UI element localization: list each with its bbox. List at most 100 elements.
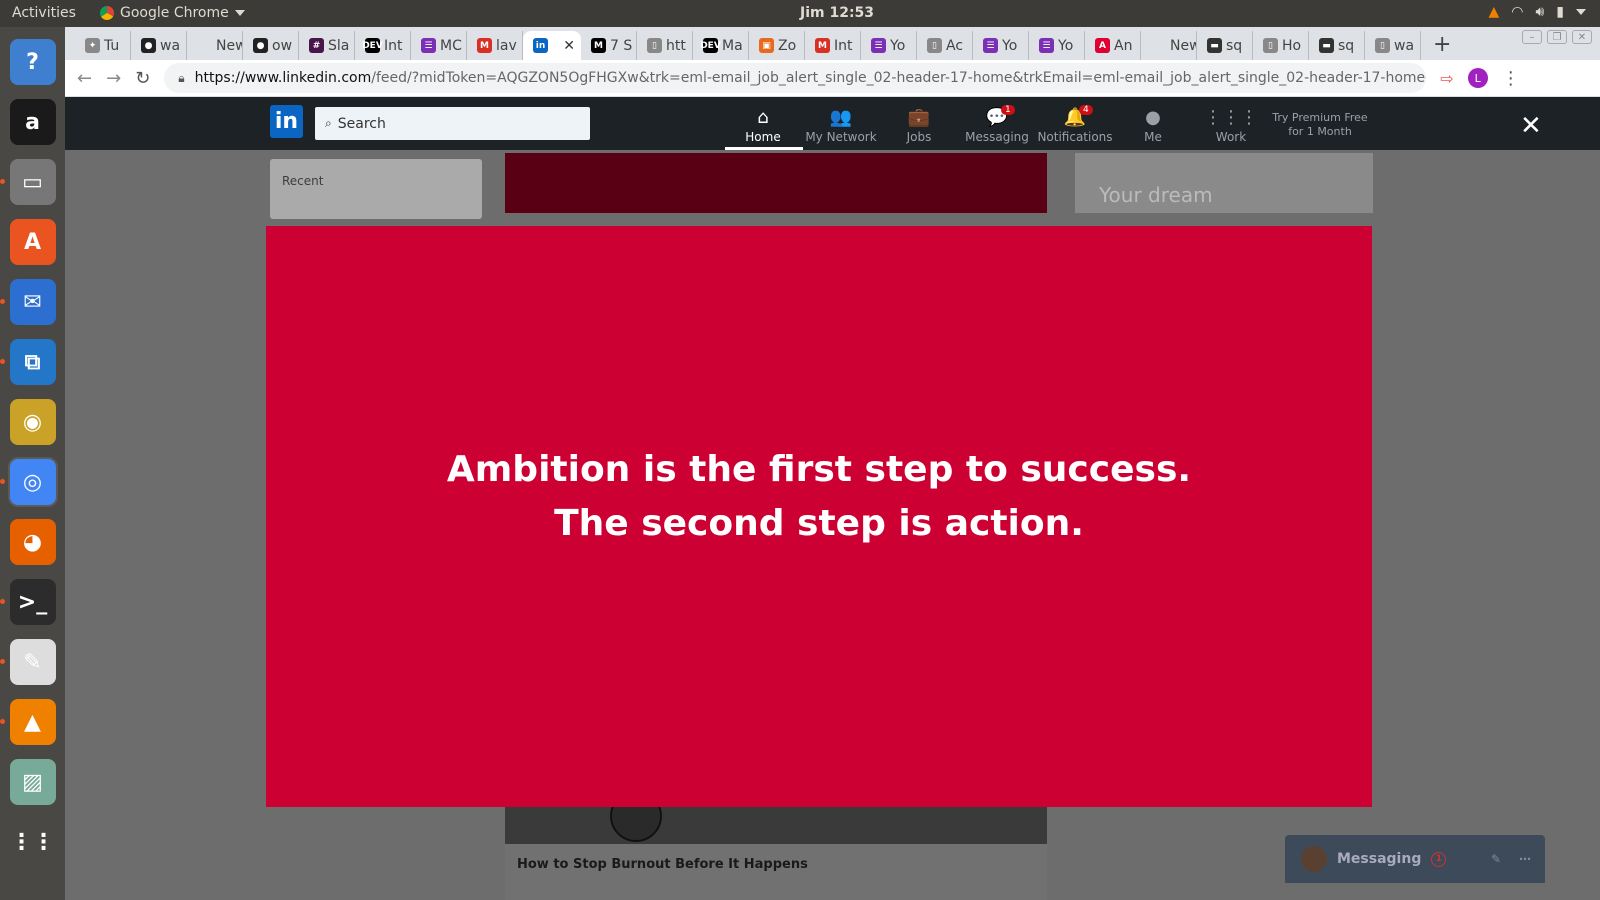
launcher-terminal-icon[interactable]: >_ bbox=[0, 579, 56, 625]
browser-tab[interactable]: New T bbox=[1141, 31, 1197, 60]
tab-favicon-icon: # bbox=[309, 38, 324, 53]
my-network-icon: 👥 bbox=[829, 107, 853, 128]
post-title[interactable]: How to Stop Burnout Before It Happens bbox=[505, 844, 1047, 900]
extension-icon[interactable]: ⇨ bbox=[1440, 69, 1453, 88]
launcher-firefox-icon[interactable]: ◕ bbox=[9, 519, 56, 565]
nav-item-home[interactable]: ⌂ Home bbox=[723, 107, 803, 144]
close-overlay-icon[interactable]: ✕ bbox=[1520, 111, 1542, 141]
running-indicator bbox=[0, 719, 5, 724]
close-icon[interactable]: ✕ bbox=[1572, 30, 1592, 44]
launcher-thunderbird-icon[interactable]: ✉ bbox=[0, 279, 56, 325]
browser-tab[interactable]: ▣ Zo bbox=[749, 31, 805, 60]
browser-tab[interactable]: A An bbox=[1085, 31, 1141, 60]
reload-icon[interactable]: ↻ bbox=[135, 68, 150, 89]
browser-tab[interactable]: DEV Ma bbox=[693, 31, 749, 60]
browser-tab[interactable]: ☰ Yo bbox=[973, 31, 1029, 60]
launcher-text-editor-icon[interactable]: ✎ bbox=[0, 639, 56, 685]
more-icon[interactable]: ⋯ bbox=[1519, 852, 1531, 866]
tab-favicon-icon bbox=[1151, 38, 1166, 53]
tab-label: New T bbox=[1170, 37, 1196, 54]
volume-icon[interactable]: 🔊︎ bbox=[1535, 4, 1544, 20]
forward-icon[interactable]: → bbox=[106, 68, 121, 89]
browser-tab[interactable]: ▯ wa bbox=[1365, 31, 1421, 60]
new-tab-button[interactable]: + bbox=[1433, 32, 1451, 57]
quote-modal: Ambition is the first step to success. T… bbox=[266, 226, 1372, 807]
tab-favicon-icon: ☰ bbox=[871, 38, 886, 53]
battery-icon[interactable]: ▮ bbox=[1556, 4, 1564, 20]
linkedin-logo[interactable]: in bbox=[270, 105, 303, 138]
address-bar[interactable]: 🔒︎ https://www.linkedin.com/feed/?midTok… bbox=[164, 63, 1427, 93]
tab-label: lav bbox=[496, 37, 517, 54]
tab-close-icon[interactable]: ✕ bbox=[563, 38, 575, 54]
tab-label: Yo bbox=[890, 37, 906, 54]
launcher-amazon-icon[interactable]: a bbox=[9, 99, 56, 145]
launcher-vscode-icon[interactable]: ⧉ bbox=[0, 339, 56, 385]
running-indicator bbox=[0, 659, 5, 664]
vlc-tray-icon[interactable]: ▲ bbox=[1488, 4, 1499, 20]
tab-favicon-icon: ☰ bbox=[983, 38, 998, 53]
browser-tab[interactable]: ☰ Yo bbox=[861, 31, 917, 60]
browser-tab[interactable]: in ✕ bbox=[523, 31, 581, 60]
minimize-icon[interactable]: – bbox=[1522, 30, 1542, 44]
browser-tab[interactable]: ☰ Yo bbox=[1029, 31, 1085, 60]
tab-favicon-icon: A bbox=[1095, 38, 1110, 53]
launcher-image-viewer-icon[interactable]: ▨ bbox=[9, 759, 56, 805]
tab-label: New T bbox=[216, 37, 242, 54]
compose-icon[interactable]: ✎ bbox=[1491, 852, 1501, 866]
tab-favicon-icon: DEV bbox=[362, 38, 383, 53]
nav-item-my-network[interactable]: 👥 My Network bbox=[801, 107, 881, 144]
clock[interactable]: Jim 12:53 bbox=[800, 5, 874, 21]
app-menu[interactable]: Google Chrome bbox=[100, 5, 245, 21]
browser-tab[interactable]: ▯ htt bbox=[637, 31, 693, 60]
launcher-chrome-icon[interactable]: ◎ bbox=[0, 457, 58, 507]
browser-tab[interactable]: M 7 S bbox=[581, 31, 637, 60]
activities-button[interactable]: Activities bbox=[12, 5, 76, 21]
browser-tab[interactable]: DEV Int bbox=[355, 31, 411, 60]
nav-item-jobs[interactable]: 💼 Jobs bbox=[879, 107, 959, 144]
launcher-vlc-icon[interactable]: ▲ bbox=[0, 699, 56, 745]
browser-tab[interactable]: New T bbox=[187, 31, 243, 60]
launcher-show-apps-icon[interactable]: ⋮⋮ bbox=[10, 819, 56, 865]
search-input[interactable]: ⌕ Search bbox=[315, 107, 590, 140]
chrome-icon bbox=[100, 6, 114, 20]
tab-favicon-icon: ▯ bbox=[927, 38, 942, 53]
browser-tab[interactable]: # Sla bbox=[299, 31, 355, 60]
premium-link[interactable]: Try Premium Free for 1 Month bbox=[1265, 111, 1375, 139]
nav-item-work[interactable]: ⋮⋮⋮ Work bbox=[1191, 107, 1271, 144]
system-tray[interactable]: ▲ ◠ 🔊︎ ▮ bbox=[1488, 4, 1586, 20]
browser-tab[interactable]: ☰ MC bbox=[411, 31, 467, 60]
recent-label: Recent bbox=[282, 174, 324, 188]
nav-item-me[interactable]: ● Me bbox=[1113, 107, 1193, 144]
tab-favicon-icon: ▯ bbox=[1263, 38, 1278, 53]
browser-tab[interactable]: ▬ sq bbox=[1197, 31, 1253, 60]
browser-tab[interactable]: ● ow bbox=[243, 31, 299, 60]
browser-tab[interactable]: ▬ sq bbox=[1309, 31, 1365, 60]
browser-tab[interactable]: ✦ Tu bbox=[75, 31, 131, 60]
browser-tab[interactable]: Mlav bbox=[467, 31, 523, 60]
lock-icon[interactable]: 🔒︎ bbox=[178, 71, 184, 86]
nav-item-notifications[interactable]: 🔔 4 Notifications bbox=[1035, 105, 1115, 144]
nav-item-messaging[interactable]: 💬 1 Messaging bbox=[957, 105, 1037, 144]
launcher-files-icon[interactable]: ▭ bbox=[0, 159, 56, 205]
maximize-icon[interactable]: ❐ bbox=[1547, 30, 1567, 44]
profile-avatar[interactable]: L bbox=[1467, 68, 1488, 88]
kebab-menu-icon[interactable]: ⋮ bbox=[1502, 68, 1520, 89]
chevron-down-icon[interactable] bbox=[1576, 9, 1586, 15]
tab-favicon-icon: M bbox=[477, 38, 492, 53]
back-icon[interactable]: ← bbox=[77, 68, 92, 89]
browser-tab[interactable]: ▯ Ho bbox=[1253, 31, 1309, 60]
launcher-rhythmbox-icon[interactable]: ◉ bbox=[9, 399, 56, 445]
tab-favicon-icon: ✦ bbox=[85, 38, 100, 53]
avatar bbox=[1301, 846, 1327, 872]
tab-favicon-icon: ● bbox=[141, 38, 156, 53]
messaging-bar[interactable]: Messaging 1 ✎ ⋯ bbox=[1285, 835, 1545, 883]
tab-label: Yo bbox=[1058, 37, 1074, 54]
browser-tab[interactable]: M Int bbox=[805, 31, 861, 60]
launcher-software-icon[interactable]: A bbox=[9, 219, 56, 265]
wifi-icon[interactable]: ◠ bbox=[1511, 4, 1523, 20]
ad-card[interactable]: Your dream bbox=[1075, 153, 1373, 213]
tab-label: Ma bbox=[722, 37, 743, 54]
launcher-help-icon[interactable]: ? bbox=[9, 39, 56, 85]
browser-tab[interactable]: ▯ Ac bbox=[917, 31, 973, 60]
browser-tab[interactable]: ● wa bbox=[131, 31, 187, 60]
